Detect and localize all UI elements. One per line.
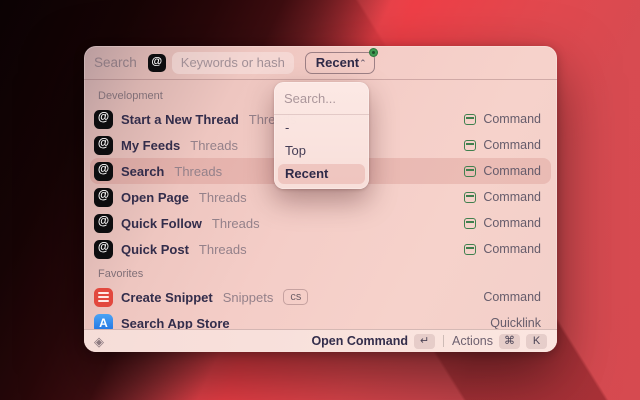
list-item-search-app-store[interactable]: A Search App Store Quicklink <box>90 310 551 329</box>
row-subtitle: Snippets <box>222 289 274 305</box>
actions-button[interactable]: Actions <box>452 334 493 348</box>
footer-divider <box>443 335 444 347</box>
footer-actions: Open Command ↵ Actions ⌘ K <box>311 333 547 349</box>
sort-dropdown-value: Recent <box>315 55 360 70</box>
sort-dropdown-panel: - Top Recent <box>274 82 369 189</box>
row-accessory: Command <box>483 190 541 204</box>
command-type-icon <box>464 113 477 125</box>
command-type-icon <box>464 217 477 229</box>
threads-glyph: @ <box>97 241 110 254</box>
threads-icon: @ <box>94 239 113 259</box>
command-type-icon <box>464 165 477 177</box>
dropdown-item-dash[interactable]: - <box>278 118 365 138</box>
row-title: Open Page <box>121 189 189 205</box>
dropdown-item-recent[interactable]: Recent <box>278 164 365 184</box>
dropdown-search-input[interactable] <box>274 82 369 114</box>
threads-glyph: @ <box>97 163 110 176</box>
row-accessory: Command <box>483 242 541 256</box>
row-subtitle: Threads <box>190 137 238 153</box>
app-store-glyph: A <box>99 316 108 329</box>
command-type-icon <box>464 139 477 151</box>
search-bar: Search @ Recent ⌃ <box>84 46 557 80</box>
sort-dropdown-button[interactable]: Recent ⌃ <box>304 47 378 74</box>
threads-glyph: @ <box>97 111 110 124</box>
search-input-pill[interactable] <box>171 51 294 74</box>
row-title: Search App Store <box>121 315 230 330</box>
threads-icon: @ <box>94 135 113 155</box>
snippet-icon <box>94 287 113 307</box>
app-store-icon: A <box>94 313 113 329</box>
raycast-logo-icon: ◈ <box>94 333 104 349</box>
update-badge-icon <box>368 47 378 57</box>
alias-badge: cs <box>283 289 309 305</box>
return-key-icon: ↵ <box>414 333 435 349</box>
open-command-action[interactable]: Open Command <box>311 334 408 348</box>
threads-icon: @ <box>147 53 166 72</box>
row-accessory: Command <box>483 138 541 152</box>
row-title: Create Snippet <box>121 289 213 305</box>
threads-glyph: @ <box>151 55 163 68</box>
row-accessory: Command <box>483 164 541 178</box>
search-input[interactable] <box>173 55 292 70</box>
row-accessory: Command <box>483 290 541 304</box>
row-accessory: Command <box>483 216 541 230</box>
snippet-lines-glyph <box>98 296 109 298</box>
list-item-create-snippet[interactable]: Create Snippet Snippets cs Command <box>90 284 551 310</box>
threads-glyph: @ <box>97 215 110 228</box>
desktop-wallpaper: Search @ Recent ⌃ Development @ Start a … <box>0 0 640 400</box>
row-title: My Feeds <box>121 137 181 153</box>
threads-icon: @ <box>94 187 113 207</box>
threads-icon: @ <box>94 109 113 129</box>
row-accessory: Command <box>483 112 541 126</box>
action-bar: ◈ Open Command ↵ Actions ⌘ K <box>84 329 557 352</box>
list-item-quick-follow[interactable]: @ Quick Follow Threads Command <box>90 210 551 236</box>
search-mode-label: Search <box>94 55 137 70</box>
threads-glyph: @ <box>97 137 110 150</box>
threads-icon: @ <box>94 213 113 233</box>
k-key-icon: K <box>526 333 547 349</box>
row-title: Search <box>121 163 165 179</box>
command-type-icon <box>464 191 477 203</box>
list-item-quick-post[interactable]: @ Quick Post Threads Command <box>90 236 551 262</box>
row-title: Quick Post <box>121 241 189 257</box>
row-subtitle: Threads <box>198 189 247 205</box>
row-title: Quick Follow <box>121 215 202 231</box>
threads-icon: @ <box>94 161 113 181</box>
row-subtitle: Threads <box>198 241 247 257</box>
row-subtitle: Threads <box>174 163 223 179</box>
command-type-icon <box>464 243 477 255</box>
row-subtitle: Threads <box>211 215 260 231</box>
section-header-favorites: Favorites <box>98 268 144 280</box>
row-title: Start a New Thread <box>121 111 239 127</box>
chevron-up-icon: ⌃ <box>359 58 367 68</box>
dropdown-divider <box>274 114 369 115</box>
command-key-icon: ⌘ <box>499 333 520 349</box>
row-accessory: Quicklink <box>490 316 541 329</box>
dropdown-item-top[interactable]: Top <box>278 141 365 161</box>
launcher-window: Search @ Recent ⌃ Development @ Start a … <box>84 46 557 352</box>
threads-glyph: @ <box>97 189 110 202</box>
